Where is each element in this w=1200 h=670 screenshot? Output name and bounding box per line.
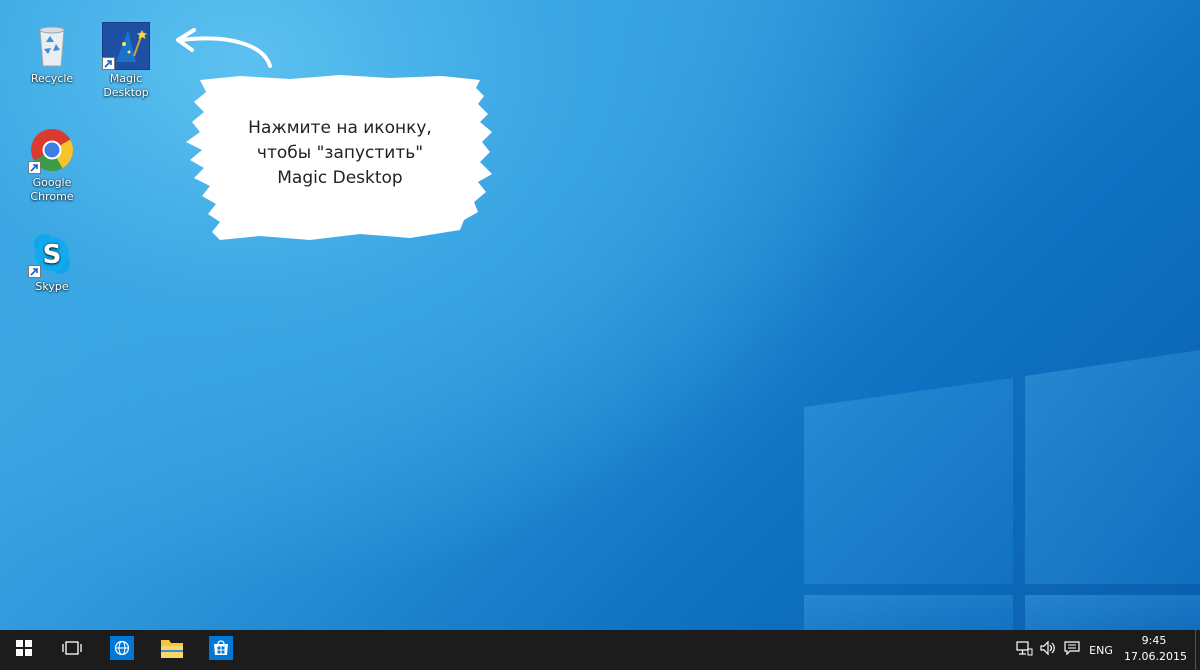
chrome-icon xyxy=(28,126,76,174)
svg-text:S: S xyxy=(43,240,62,270)
edge-button[interactable] xyxy=(98,630,146,670)
clock-time: 9:45 xyxy=(1141,634,1167,647)
language-indicator[interactable]: ENG xyxy=(1086,630,1116,670)
shortcut-arrow-icon xyxy=(28,265,41,278)
start-icon xyxy=(16,640,32,660)
file-explorer-button[interactable] xyxy=(148,630,196,670)
volume-button[interactable] xyxy=(1036,630,1060,670)
language-label: ENG xyxy=(1089,643,1113,657)
network-button[interactable] xyxy=(1012,630,1036,670)
taskbar: ENG 9:45 17.06.2015 xyxy=(0,630,1200,670)
store-button[interactable] xyxy=(197,630,245,670)
desktop-icon-chrome[interactable]: Google Chrome xyxy=(17,126,87,204)
callout-text: Нажмите на иконку, чтобы "запустить" Mag… xyxy=(248,118,432,188)
show-desktop-button[interactable] xyxy=(1195,630,1200,670)
clock[interactable]: 9:45 17.06.2015 xyxy=(1124,633,1187,665)
chrome-label: Google Chrome xyxy=(30,176,74,203)
desktop-icon-magic-desktop[interactable]: Magic Desktop xyxy=(91,21,161,100)
skype-label: Skype xyxy=(35,280,69,293)
desktop-icon-recycle-bin[interactable]: Recycle xyxy=(17,22,87,86)
magic-desktop-icon xyxy=(101,21,151,71)
shortcut-arrow-icon xyxy=(102,57,115,70)
task-view-button[interactable] xyxy=(48,630,96,670)
store-icon xyxy=(209,636,233,664)
task-view-icon xyxy=(62,640,82,660)
start-button[interactable] xyxy=(0,630,48,670)
shortcut-arrow-icon xyxy=(28,161,41,174)
volume-icon xyxy=(1039,640,1057,660)
recycle-bin-label: Recycle xyxy=(30,72,74,85)
file-explorer-icon xyxy=(160,637,184,663)
notifications-icon xyxy=(1063,640,1081,660)
pointer-arrow-icon xyxy=(176,28,272,68)
desktop[interactable]: Recycle Magic Desktop Google Chrome S Sk… xyxy=(0,0,1200,630)
edge-icon xyxy=(110,636,134,664)
magic-desktop-label: Magic Desktop xyxy=(103,72,149,99)
recycle-bin-icon xyxy=(28,22,76,70)
clock-date: 17.06.2015 xyxy=(1124,650,1187,663)
desktop-icon-skype[interactable]: S Skype xyxy=(17,230,87,294)
network-icon xyxy=(1015,640,1033,660)
skype-icon: S xyxy=(28,230,76,278)
notifications-button[interactable] xyxy=(1060,630,1084,670)
